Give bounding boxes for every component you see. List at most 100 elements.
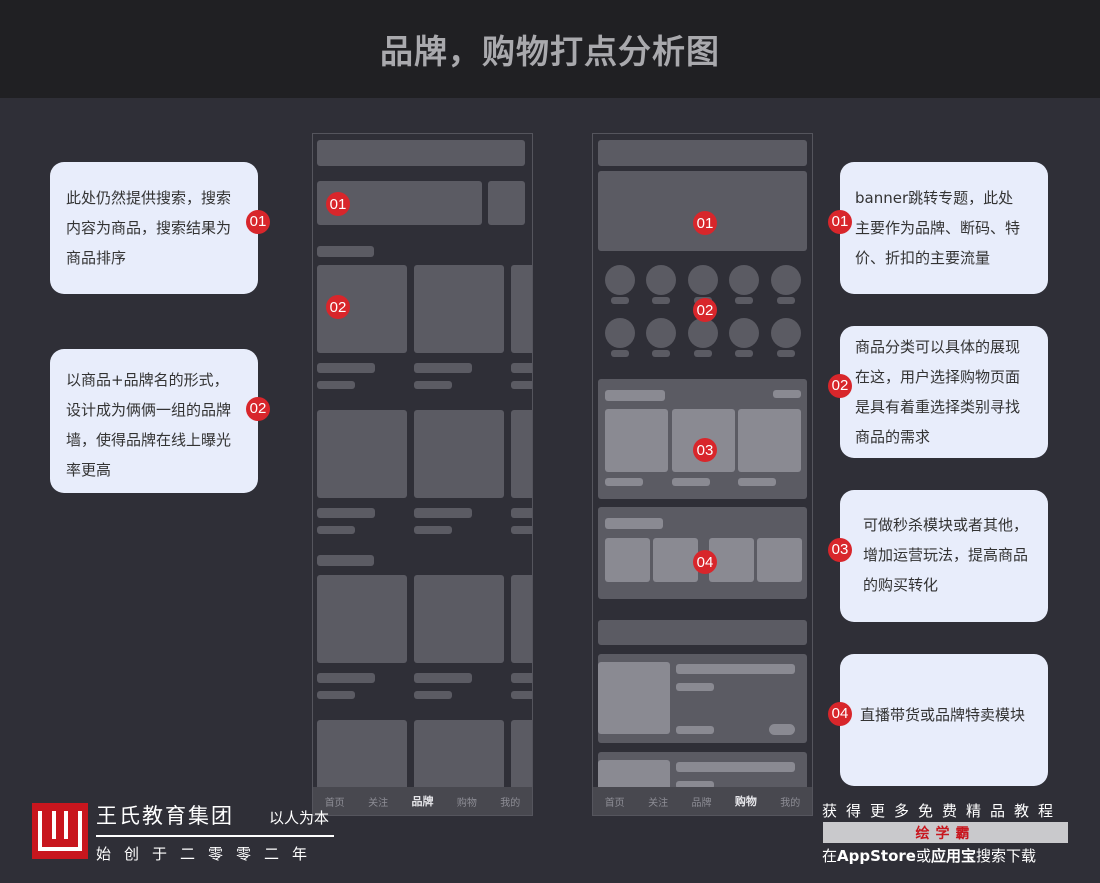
category-icon — [729, 265, 759, 295]
category-icon — [688, 265, 718, 295]
category-icon — [688, 318, 718, 348]
section-heading — [317, 246, 374, 257]
category-label — [611, 297, 629, 304]
brand-sublabel — [317, 526, 355, 534]
feed-title — [676, 664, 795, 674]
feed-thumbnail — [598, 662, 670, 734]
section-bar — [598, 620, 807, 645]
promo-badge: 绘学霸 — [823, 822, 1068, 843]
product-price — [605, 478, 643, 486]
tab-brand[interactable]: 品牌 — [691, 794, 711, 809]
brand-slogan: 以人为本 — [269, 809, 330, 827]
annotation-text: 商品分类可以具体的展现 在这，用户选择购物页面 是具有着重选择类别寻找 商品的需… — [855, 338, 1021, 446]
brand-sublabel — [414, 526, 452, 534]
tab-follow[interactable]: 关注 — [648, 794, 668, 809]
tab-shopping[interactable]: 购物 — [735, 793, 757, 809]
promo-download: 在AppStore或应用宝搜索下载 — [822, 847, 1036, 865]
annotation-card-02-right: 商品分类可以具体的展现 在这，用户选择购物页面 是具有着重选择类别寻找 商品的需… — [828, 326, 1048, 458]
marker-04: 04 — [693, 550, 717, 574]
live-item — [653, 538, 698, 582]
tab-shopping[interactable]: 购物 — [457, 794, 477, 809]
brand-sublabel — [414, 381, 452, 389]
feed-title — [676, 762, 795, 772]
tab-follow[interactable]: 关注 — [368, 794, 388, 809]
marker-02: 02 — [326, 295, 350, 319]
brand-label — [511, 363, 532, 373]
module-heading — [605, 390, 665, 401]
category-icon — [646, 265, 676, 295]
tab-mine[interactable]: 我的 — [780, 794, 800, 809]
annotation-card-02-left: 以商品+品牌名的形式， 设计成为俩俩一组的品牌 墙，使得品牌在线上曝光 率更高 … — [50, 349, 270, 493]
annotation-marker: 03 — [828, 538, 852, 562]
brand-tile — [414, 575, 504, 663]
brand-since: 始创于二零零二年 — [96, 845, 321, 863]
section-heading — [317, 555, 374, 566]
annotation-text: 此处仍然提供搜索，搜索 内容为商品，搜索结果为 商品排序 — [66, 189, 232, 267]
brand-label — [317, 673, 375, 683]
search-bar — [598, 140, 807, 166]
annotation-marker: 04 — [828, 702, 852, 726]
tab-bar: 首页 关注 品牌 购物 我的 — [593, 787, 812, 815]
category-label — [735, 350, 753, 357]
brand-label — [414, 508, 472, 518]
brand-sublabel — [511, 691, 532, 699]
category-icon — [646, 318, 676, 348]
annotation-card-03-right: 可做秒杀模块或者其他， 增加运营玩法，提高商品 的购买转化 03 — [828, 490, 1048, 622]
annotation-marker: 02 — [828, 374, 852, 398]
brand-label — [511, 508, 532, 518]
annotation-text: 可做秒杀模块或者其他， 增加运营玩法，提高商品 的购买转化 — [863, 516, 1029, 594]
shopping-page-wireframe: 首页 关注 品牌 购物 我的 01 02 03 04 — [592, 133, 813, 816]
live-item — [605, 538, 650, 582]
brand-label — [511, 673, 532, 683]
product-price — [738, 478, 776, 486]
category-label — [777, 297, 795, 304]
tab-brand[interactable]: 品牌 — [411, 793, 433, 809]
tab-home[interactable]: 首页 — [605, 794, 625, 809]
category-icon — [771, 265, 801, 295]
brand-divider — [96, 835, 334, 837]
category-label — [611, 350, 629, 357]
category-label — [735, 297, 753, 304]
module-heading — [605, 518, 663, 529]
brand-label — [414, 673, 472, 683]
annotation-text: 以商品+品牌名的形式， 设计成为俩俩一组的品牌 墙，使得品牌在线上曝光 率更高 — [66, 371, 232, 479]
marker-01: 01 — [693, 211, 717, 235]
promo-tagline: 获得更多免费精品教程 — [822, 802, 1063, 820]
page-title: 品牌，购物打点分析图 — [380, 32, 720, 71]
brand-page-wireframe: 首页 关注 品牌 购物 我的 01 02 — [312, 133, 533, 816]
category-icon — [605, 318, 635, 348]
module-more — [773, 390, 801, 398]
marker-02: 02 — [693, 298, 717, 322]
marker-01: 01 — [326, 192, 350, 216]
tab-bar: 首页 关注 品牌 购物 我的 — [313, 787, 532, 815]
brand-banner-side — [488, 181, 525, 225]
brand-name: 王氏教育集团 — [96, 804, 234, 828]
annotation-card-04-right: 直播带货或品牌特卖模块 04 — [828, 654, 1048, 786]
brand-tile — [414, 410, 504, 498]
annotation-text: 直播带货或品牌特卖模块 — [860, 706, 1026, 724]
category-icon — [771, 318, 801, 348]
brand-label — [414, 363, 472, 373]
annotation-marker: 01 — [828, 210, 852, 234]
annotation-text: banner跳转专题，此处 主要作为品牌、断码、特 价、折扣的主要流量 — [855, 189, 1021, 267]
product-card — [738, 409, 801, 472]
brand-label — [317, 363, 375, 373]
product-price — [672, 478, 710, 486]
category-label — [652, 350, 670, 357]
category-label — [652, 297, 670, 304]
brand-sublabel — [317, 691, 355, 699]
brand-tile — [317, 410, 407, 498]
category-label — [694, 350, 712, 357]
brand-tile — [511, 265, 532, 353]
annotation-card-01-right: banner跳转专题，此处 主要作为品牌、断码、特 价、折扣的主要流量 01 — [828, 162, 1048, 294]
brand-tile — [414, 265, 504, 353]
tab-mine[interactable]: 我的 — [500, 794, 520, 809]
marker-03: 03 — [693, 438, 717, 462]
feed-button — [769, 724, 795, 735]
feed-subtitle — [676, 683, 714, 691]
category-icon — [729, 318, 759, 348]
search-bar — [317, 140, 525, 166]
live-item — [757, 538, 802, 582]
annotation-marker: 02 — [246, 397, 270, 421]
brand-tile — [511, 575, 532, 663]
